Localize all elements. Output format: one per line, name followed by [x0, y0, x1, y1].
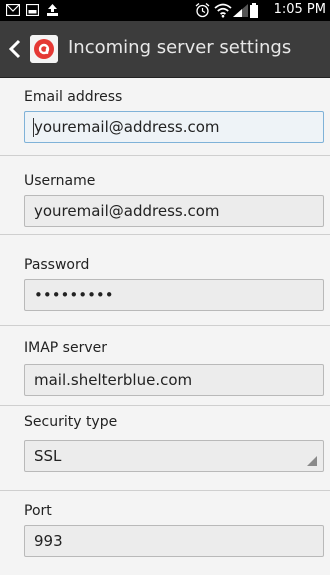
- port-field[interactable]: 993: [24, 525, 324, 557]
- mail-icon: [6, 4, 20, 16]
- password-label: Password: [24, 257, 90, 273]
- text-cursor: [33, 118, 34, 137]
- email-field[interactable]: youremail@address.com: [24, 111, 324, 143]
- imap-label: IMAP server: [24, 340, 107, 356]
- page-title: Incoming server settings: [68, 37, 292, 58]
- status-bar: 1:05 PM: [0, 0, 330, 21]
- password-section: Password •••••••••: [0, 235, 330, 326]
- upload-icon: [47, 4, 58, 16]
- imap-section: IMAP server mail.shelterblue.com: [0, 326, 330, 406]
- dropdown-corner-icon: [307, 456, 317, 466]
- imap-server-field[interactable]: mail.shelterblue.com: [24, 364, 324, 396]
- mail-app-icon[interactable]: [30, 35, 58, 63]
- wifi-icon: [214, 3, 232, 18]
- username-field[interactable]: youremail@address.com: [24, 195, 324, 227]
- security-value: SSL: [34, 447, 62, 465]
- username-section: Username youremail@address.com: [0, 156, 330, 235]
- security-section: Security type SSL: [0, 406, 330, 491]
- image-icon: [26, 4, 39, 16]
- password-field[interactable]: •••••••••: [24, 279, 324, 311]
- signal-icon: [233, 4, 248, 17]
- status-time: 1:05 PM: [273, 2, 326, 17]
- imap-value: mail.shelterblue.com: [34, 371, 193, 389]
- port-value: 993: [34, 532, 63, 550]
- username-value: youremail@address.com: [34, 202, 220, 220]
- security-label: Security type: [24, 414, 118, 430]
- alarm-icon: [195, 3, 210, 18]
- email-section: Email address youremail@address.com: [0, 77, 330, 156]
- action-bar: Incoming server settings: [0, 21, 330, 78]
- port-section: Port 993: [0, 491, 330, 575]
- email-value: youremail@address.com: [34, 118, 220, 136]
- password-value: •••••••••: [34, 286, 114, 304]
- back-chevron-icon[interactable]: [6, 39, 26, 59]
- email-label: Email address: [24, 89, 123, 105]
- username-label: Username: [24, 173, 96, 189]
- battery-icon: [250, 3, 258, 18]
- security-type-select[interactable]: SSL: [24, 440, 324, 472]
- port-label: Port: [24, 503, 52, 519]
